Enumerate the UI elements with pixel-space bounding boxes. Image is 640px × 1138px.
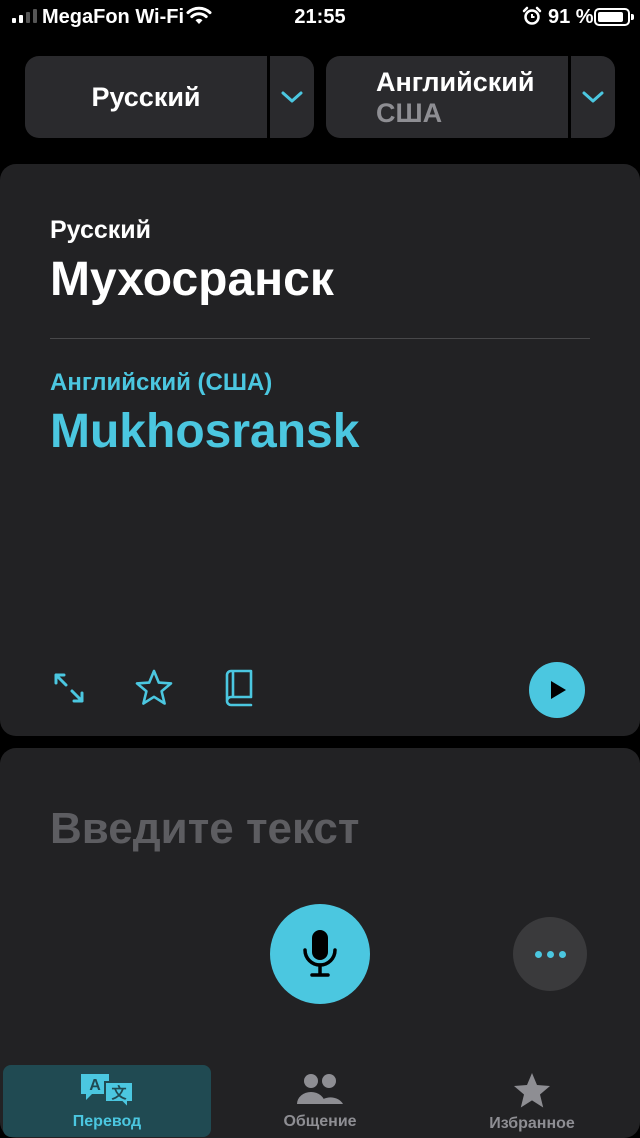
wifi-icon xyxy=(186,6,212,24)
target-language-button[interactable]: Английский США xyxy=(326,56,568,138)
target-language-name: Английский xyxy=(376,66,535,97)
play-audio-button[interactable] xyxy=(529,662,585,718)
card-divider xyxy=(50,338,590,339)
tab-conversation[interactable]: Общение xyxy=(216,1065,424,1137)
tab-favorites[interactable]: Избранное xyxy=(428,1065,636,1137)
play-icon xyxy=(551,681,566,699)
alarm-icon xyxy=(522,6,542,25)
source-language-name: Русский xyxy=(91,81,201,112)
tab-label: Перевод xyxy=(72,1113,142,1130)
tab-bar: A 文 Перевод Общение Избранное xyxy=(0,1062,640,1138)
tab-label: Избранное xyxy=(489,1115,575,1132)
svg-text:A: A xyxy=(89,1077,101,1094)
source-text: Мухосранск xyxy=(50,253,334,306)
dictionary-button[interactable] xyxy=(218,664,258,712)
source-language-dropdown[interactable] xyxy=(270,56,314,138)
expand-icon xyxy=(54,673,84,703)
more-options-button[interactable] xyxy=(513,917,587,991)
star-icon xyxy=(135,669,173,705)
ellipsis-icon xyxy=(534,950,542,958)
people-icon xyxy=(297,1074,343,1104)
tab-label: Общение xyxy=(283,1113,357,1130)
target-language-dropdown[interactable] xyxy=(571,56,615,138)
target-language-region: США xyxy=(376,97,443,128)
card-actions xyxy=(0,662,640,718)
tab-translate[interactable]: A 文 Перевод xyxy=(3,1065,211,1137)
microphone-button[interactable] xyxy=(270,904,370,1004)
text-input[interactable]: Введите текст xyxy=(50,804,359,854)
chevron-down-icon xyxy=(582,91,604,103)
translated-text: Mukhosransk xyxy=(50,405,360,458)
svg-text:文: 文 xyxy=(111,1084,127,1102)
book-icon xyxy=(225,669,253,707)
source-language-button[interactable]: Русский xyxy=(25,56,267,138)
chevron-down-icon xyxy=(281,91,303,103)
star-icon xyxy=(514,1073,550,1108)
target-language-selector[interactable]: Английский США xyxy=(326,56,615,138)
source-language-label: Русский xyxy=(50,216,152,244)
cellular-signal-icon xyxy=(12,9,37,23)
battery-percent: 91 % xyxy=(548,6,594,28)
carrier-name: MegaFon Wi-Fi xyxy=(42,6,185,28)
favorite-button[interactable] xyxy=(134,664,174,712)
target-language-label: Английский (США) xyxy=(50,369,273,396)
translate-icon: A 文 xyxy=(81,1074,134,1109)
microphone-icon xyxy=(303,930,337,977)
fullscreen-button[interactable] xyxy=(49,664,89,712)
source-language-selector[interactable]: Русский xyxy=(25,56,314,138)
translation-card: Русский Мухосранск Английский (США) Mukh… xyxy=(0,164,640,736)
status-bar: MegaFon Wi-Fi 21:55 91 % xyxy=(0,0,640,34)
battery-icon xyxy=(594,8,634,26)
